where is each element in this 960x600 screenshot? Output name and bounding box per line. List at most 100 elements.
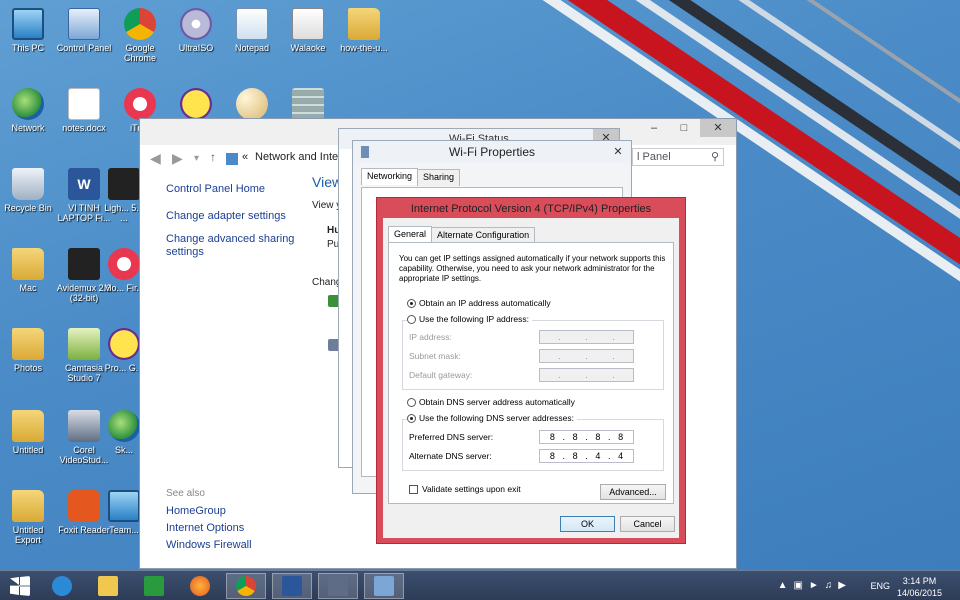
subnet-mask-field[interactable]: ...: [539, 349, 634, 363]
firefox-icon: [108, 248, 140, 280]
network-icon: [226, 153, 238, 165]
sidebar-item-adapter-settings[interactable]: Change adapter settings: [166, 210, 316, 223]
computer-icon: [12, 8, 44, 40]
radio-unselected-icon: [407, 314, 416, 324]
close-button[interactable]: ✕: [700, 119, 736, 137]
dialog-body: General Alternate Configuration You can …: [383, 218, 679, 538]
firefox-icon: [190, 576, 210, 596]
desktop-icon-chrome[interactable]: Google Chrome: [112, 8, 168, 63]
ok-button[interactable]: OK: [560, 516, 615, 532]
skype-icon: [108, 410, 140, 442]
desktop-icon-firefox[interactable]: Mo... Fir...: [104, 248, 144, 293]
desktop-icon-photos[interactable]: Photos: [0, 328, 56, 373]
start-button[interactable]: [0, 573, 40, 599]
validate-settings-checkbox[interactable]: Validate settings upon exit: [409, 484, 521, 494]
radio-obtain-ip-auto[interactable]: Obtain an IP address automatically: [407, 298, 551, 308]
desktop-icon-teamviewer[interactable]: Team...: [104, 490, 144, 535]
desktop-icon-untitled[interactable]: Untitled: [0, 410, 56, 455]
radio-obtain-dns-auto[interactable]: Obtain DNS server address automatically: [407, 397, 575, 407]
desktop-icon-ultraiso[interactable]: UltraISO: [168, 8, 224, 53]
window-titlebar: Wi-Fi Properties ✕: [353, 141, 631, 163]
desktop-icon-light[interactable]: Ligh... 5.5 ...: [104, 168, 144, 223]
tab-general[interactable]: General: [388, 226, 433, 243]
taskbar-chrome[interactable]: [226, 573, 266, 599]
disc-icon: [180, 8, 212, 40]
search-input[interactable]: l Panel ⚲: [632, 148, 724, 166]
paint-palette-icon: [236, 88, 268, 120]
desktop-icon-mac[interactable]: Mac: [0, 248, 56, 293]
alternate-dns-field[interactable]: 8. 8. 4. 4: [539, 449, 634, 463]
clock-date: 14/06/2015: [896, 588, 942, 598]
radio-use-following-ip[interactable]: Use the following IP address:: [407, 314, 532, 324]
network-globe-icon: [12, 88, 44, 120]
control-panel-icon: [374, 576, 394, 596]
link-homegroup[interactable]: HomeGroup: [166, 505, 226, 517]
desktop-icon-folder[interactable]: how-the-u...: [336, 8, 392, 53]
desktop-icon-control-panel[interactable]: Control Panel: [56, 8, 112, 53]
sidebar-item-home[interactable]: Control Panel Home: [166, 183, 316, 196]
search-icon: ⚲: [710, 151, 719, 163]
link-windows-firewall[interactable]: Windows Firewall: [166, 539, 252, 551]
tray-icons[interactable]: ▲▣►♫▶: [778, 580, 852, 591]
cancel-button[interactable]: Cancel: [620, 516, 675, 532]
advanced-button[interactable]: Advanced...: [600, 484, 666, 500]
language-indicator[interactable]: ENG: [870, 581, 890, 591]
file-explorer-icon: [98, 576, 118, 596]
close-button[interactable]: ✕: [605, 143, 631, 161]
tab-networking[interactable]: Networking: [361, 168, 419, 185]
desktop-icon-walaoke[interactable]: Walaoke: [280, 8, 336, 53]
app-icon: [108, 328, 140, 360]
internet-explorer-icon: [52, 576, 72, 596]
desktop-icon-this-pc[interactable]: This PC: [0, 8, 56, 53]
chrome-icon: [124, 8, 156, 40]
pdf-reader-icon: [68, 490, 100, 522]
sidebar: Control Panel Home Change adapter settin…: [166, 183, 316, 269]
tab-sharing[interactable]: Sharing: [417, 169, 461, 186]
clapperboard-icon: [68, 248, 100, 280]
radio-use-following-dns[interactable]: Use the following DNS server addresses:: [407, 413, 577, 423]
forward-arrow-icon[interactable]: ▶: [172, 150, 183, 167]
desktop-icon-notes[interactable]: notes.docx: [56, 88, 112, 133]
see-also-heading: See also: [166, 488, 205, 499]
taskbar-explorer[interactable]: [88, 573, 128, 599]
word-document-icon: W: [68, 168, 100, 200]
default-gateway-label: Default gateway:: [409, 370, 473, 380]
folder-icon: [12, 248, 44, 280]
sidebar-item-advanced-sharing[interactable]: Change advanced sharing settings: [166, 233, 316, 259]
up-arrow-icon[interactable]: ↑: [210, 150, 216, 164]
windows-logo-icon: [10, 576, 30, 596]
back-arrow-icon[interactable]: ◀: [150, 150, 161, 167]
taskbar-store[interactable]: [134, 573, 174, 599]
desktop-icon-skype[interactable]: Sk...: [104, 410, 144, 455]
desktop-icon-pro[interactable]: Pro... G...: [104, 328, 144, 373]
notepad-icon: [236, 8, 268, 40]
desktop-icon-untitled-export[interactable]: Untitled Export: [0, 490, 56, 545]
taskbar-control-panel[interactable]: [364, 573, 404, 599]
desktop-icon-network[interactable]: Network: [0, 88, 56, 133]
ip-address-field[interactable]: ...: [539, 330, 634, 344]
taskbar-firefox[interactable]: [180, 573, 220, 599]
folder-icon: [348, 8, 380, 40]
microphone-icon: [292, 8, 324, 40]
default-gateway-field[interactable]: ...: [539, 368, 634, 382]
breadcrumb-overflow[interactable]: «: [242, 151, 248, 163]
minimize-button[interactable]: –: [640, 119, 668, 137]
taskbar-ie[interactable]: [42, 573, 82, 599]
clock[interactable]: 3:14 PM 14/06/2015: [897, 575, 942, 599]
preferred-dns-field[interactable]: 8. 8. 8. 8: [539, 430, 634, 444]
taskbar-media[interactable]: [318, 573, 358, 599]
maximize-button[interactable]: □: [670, 119, 698, 137]
general-panel: You can get IP settings assigned automat…: [388, 242, 674, 504]
checkbox-unchecked-icon: [409, 484, 418, 494]
store-icon: [144, 576, 164, 596]
dns-settings-group: [402, 419, 664, 471]
word-icon: [282, 576, 302, 596]
link-internet-options[interactable]: Internet Options: [166, 522, 244, 534]
desktop-icon-notepad[interactable]: Notepad: [224, 8, 280, 53]
desktop-icon-recycle-bin[interactable]: Recycle Bin: [0, 168, 56, 213]
tab-strip: Networking Sharing: [361, 168, 461, 186]
taskbar-word[interactable]: [272, 573, 312, 599]
radio-selected-icon: [407, 298, 416, 308]
yahoo-messenger-icon: [180, 88, 212, 120]
recent-pages-icon[interactable]: ▾: [194, 153, 199, 164]
